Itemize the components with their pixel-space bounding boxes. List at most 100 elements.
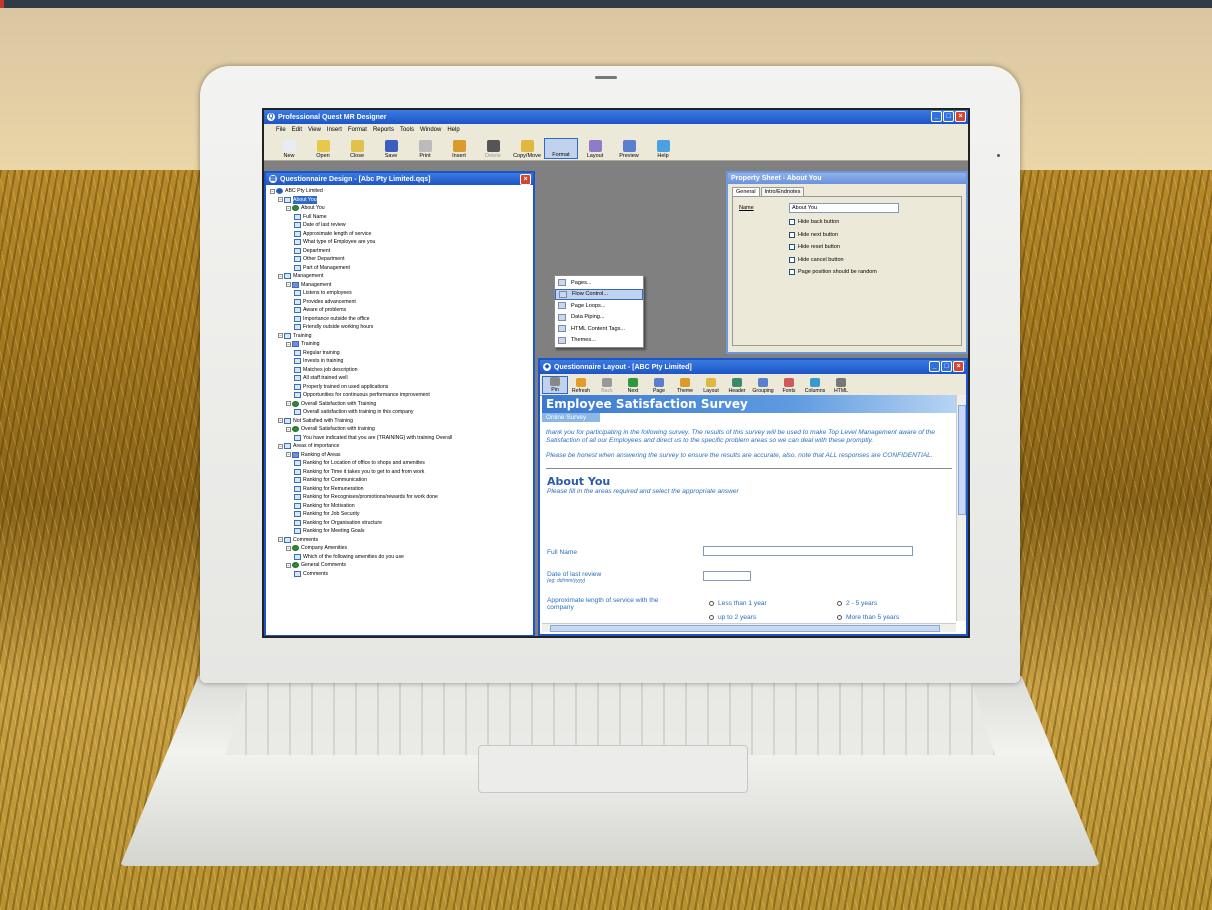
menu-help[interactable]: Help bbox=[447, 127, 459, 133]
vertical-scroll-thumb[interactable] bbox=[958, 405, 966, 515]
tree-node[interactable]: − About You bbox=[270, 204, 529, 213]
close-button[interactable]: × bbox=[955, 111, 966, 122]
tree-node[interactable]: Regular training bbox=[270, 349, 529, 358]
date-input[interactable] bbox=[703, 571, 751, 581]
tree-node[interactable]: Ranking for Time it takes you to get to … bbox=[270, 468, 529, 477]
tree-node[interactable]: All staff trained well bbox=[270, 374, 529, 383]
format-menu-page-loops[interactable]: Page Loops... bbox=[555, 300, 643, 312]
tree-node[interactable]: Approximate length of service bbox=[270, 230, 529, 239]
tree-node[interactable]: − Not Satisfied with Training bbox=[270, 417, 529, 426]
fullname-input[interactable] bbox=[703, 546, 913, 556]
expand-toggle-icon[interactable]: − bbox=[278, 443, 283, 449]
maximize-button[interactable]: □ bbox=[943, 111, 954, 122]
layout-next-button[interactable]: Next bbox=[620, 378, 646, 394]
tree-node[interactable]: Opportunities for continuous performance… bbox=[270, 391, 529, 400]
tree-node[interactable]: Aware of problems bbox=[270, 306, 529, 315]
menu-edit[interactable]: Edit bbox=[292, 127, 302, 133]
horizontal-scroll-thumb[interactable] bbox=[550, 625, 940, 632]
expand-toggle-icon[interactable]: − bbox=[278, 333, 283, 339]
layout-close-button[interactable]: × bbox=[953, 361, 964, 372]
toolbar-insert-button[interactable]: Insert bbox=[442, 140, 476, 159]
tree-node[interactable]: Part of Management bbox=[270, 264, 529, 273]
expand-toggle-icon[interactable]: − bbox=[286, 205, 291, 211]
layout-layout-button[interactable]: Layout bbox=[698, 378, 724, 394]
expand-toggle-icon[interactable]: − bbox=[278, 537, 283, 543]
tree-node[interactable]: Overall satisfaction with training in th… bbox=[270, 408, 529, 417]
tree-node[interactable]: − General Comments bbox=[270, 561, 529, 570]
toolbar-print-button[interactable]: Print bbox=[408, 140, 442, 159]
tree-node[interactable]: Ranking for Recognises/promotions/reward… bbox=[270, 493, 529, 502]
tree-node[interactable]: Ranking for Motivation bbox=[270, 502, 529, 511]
tree-node[interactable]: Friendly outside working hours bbox=[270, 323, 529, 332]
tree-node[interactable]: Full Name bbox=[270, 213, 529, 222]
minimize-button[interactable]: _ bbox=[931, 111, 942, 122]
layout-maximize-button[interactable]: □ bbox=[941, 361, 952, 372]
tree-node[interactable]: Importance outside the office bbox=[270, 315, 529, 324]
tree-node[interactable]: Ranking for Job Security bbox=[270, 510, 529, 519]
toolbar-layout-button[interactable]: Layout bbox=[578, 140, 612, 159]
design-close-button[interactable]: × bbox=[520, 174, 531, 185]
tree-node[interactable]: Comments bbox=[270, 570, 529, 579]
toolbar-help-button[interactable]: Help bbox=[646, 140, 680, 159]
menu-reports[interactable]: Reports bbox=[373, 127, 394, 133]
layout-pin-button[interactable]: Pin bbox=[542, 376, 568, 394]
toolbar-format-button[interactable]: Format bbox=[544, 138, 578, 159]
radio-2-5-years[interactable]: 2 - 5 years bbox=[837, 600, 877, 607]
tree-node[interactable]: Ranking for Communication bbox=[270, 476, 529, 485]
expand-toggle-icon[interactable]: − bbox=[278, 197, 283, 203]
tree-node[interactable]: Properly trained on used applications bbox=[270, 383, 529, 392]
checkbox-box[interactable] bbox=[789, 231, 795, 238]
menu-window[interactable]: Window bbox=[420, 127, 441, 133]
toolbar-new-button[interactable]: New bbox=[272, 140, 306, 159]
expand-toggle-icon[interactable]: − bbox=[286, 341, 291, 347]
toolbar-close-button[interactable]: Close bbox=[340, 140, 374, 159]
expand-toggle-icon[interactable]: − bbox=[286, 401, 291, 407]
expand-toggle-icon[interactable]: − bbox=[286, 452, 291, 458]
checkbox-box[interactable] bbox=[789, 269, 795, 275]
tree-node[interactable]: − Training bbox=[270, 340, 529, 349]
tree-node[interactable]: − Overall Satisfaction with Training bbox=[270, 400, 529, 409]
layout-page-button[interactable]: Page bbox=[646, 378, 672, 394]
tree-node[interactable]: You have indicated that you are {TRAININ… bbox=[270, 434, 529, 443]
tree-node[interactable]: − Company Amenities bbox=[270, 544, 529, 553]
menu-format[interactable]: Format bbox=[348, 127, 367, 133]
checkbox-hide-next-button[interactable]: Hide next button bbox=[789, 231, 838, 238]
tree-node[interactable]: Ranking for Meeting Goals bbox=[270, 527, 529, 536]
expand-toggle-icon[interactable]: − bbox=[278, 418, 283, 424]
expand-toggle-icon[interactable]: − bbox=[286, 426, 291, 432]
layout-columns-button[interactable]: Columns bbox=[802, 378, 828, 394]
tree-node[interactable]: Ranking for Remuneration bbox=[270, 485, 529, 494]
tree-node[interactable]: Matches job description bbox=[270, 366, 529, 375]
toolbar-preview-button[interactable]: Preview bbox=[612, 140, 646, 159]
format-menu-pages[interactable]: Pages... bbox=[555, 277, 643, 289]
checkbox-hide-reset-button[interactable]: Hide reset button bbox=[789, 244, 840, 250]
questionnaire-tree[interactable]: − ABC Pty Limited − About You − About You Full… bbox=[266, 185, 533, 625]
expand-toggle-icon[interactable]: − bbox=[278, 273, 283, 279]
toolbar-copy-move-button[interactable]: Copy/Move bbox=[510, 140, 544, 159]
tree-node[interactable]: Department bbox=[270, 247, 529, 256]
checkbox-box[interactable] bbox=[789, 219, 795, 225]
layout-minimize-button[interactable]: _ bbox=[929, 361, 940, 372]
tree-node[interactable]: − ABC Pty Limited bbox=[270, 187, 529, 196]
format-menu-html-content-tags[interactable]: HTML Content Tags... bbox=[555, 323, 643, 335]
expand-toggle-icon[interactable]: − bbox=[286, 562, 291, 568]
tree-node[interactable]: Ranking for Location of office to shops … bbox=[270, 459, 529, 468]
name-field[interactable]: About You bbox=[789, 203, 899, 213]
horizontal-scrollbar[interactable] bbox=[542, 623, 956, 632]
expand-toggle-icon[interactable]: − bbox=[286, 545, 291, 551]
format-menu-themes[interactable]: Themes... bbox=[555, 335, 643, 347]
tree-node[interactable]: Ranking for Organisation structure bbox=[270, 519, 529, 528]
tree-node[interactable]: Provides advancement bbox=[270, 298, 529, 307]
menu-view[interactable]: View bbox=[308, 127, 321, 133]
format-menu-data-piping[interactable]: Data Piping... bbox=[555, 312, 643, 324]
tab-intro-endnotes[interactable]: Intro/Endnotes bbox=[760, 187, 805, 196]
layout-header-button[interactable]: Header bbox=[724, 378, 750, 394]
tree-node[interactable]: Listens to employees bbox=[270, 289, 529, 298]
menu-insert[interactable]: Insert bbox=[327, 127, 342, 133]
tree-node[interactable]: − Overall Satisfaction with training bbox=[270, 425, 529, 434]
tree-node[interactable]: Date of last review bbox=[270, 221, 529, 230]
layout-theme-button[interactable]: Theme bbox=[672, 378, 698, 394]
tree-node[interactable]: − Management bbox=[270, 272, 529, 281]
tree-node[interactable]: What type of Employee are you bbox=[270, 238, 529, 247]
layout-grouping-button[interactable]: Grouping bbox=[750, 378, 776, 394]
